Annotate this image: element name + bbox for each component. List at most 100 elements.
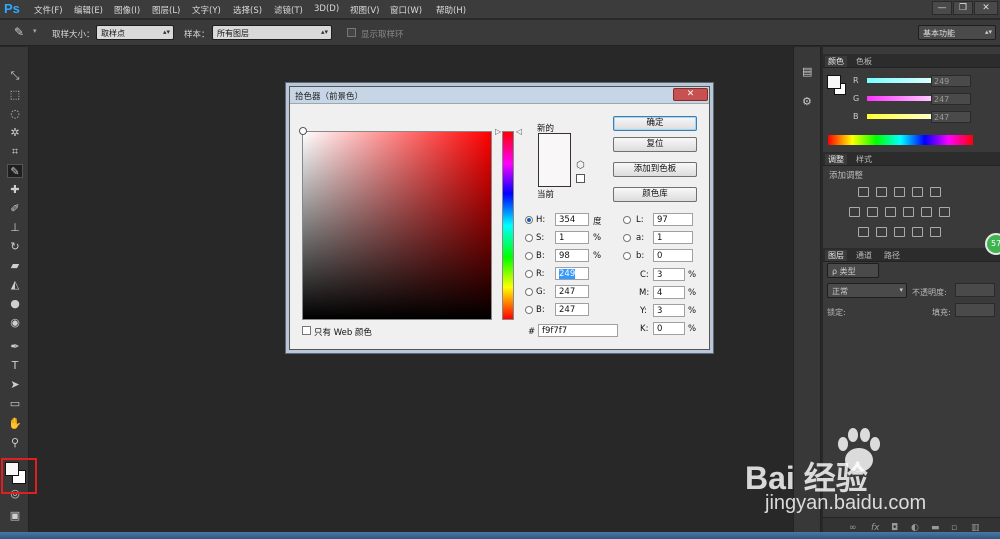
type-tool-icon[interactable]: T bbox=[7, 359, 23, 373]
g-field[interactable]: 247 bbox=[555, 285, 589, 298]
properties-panel-icon[interactable]: ⚙ bbox=[802, 95, 812, 108]
h-field[interactable]: 354 bbox=[555, 213, 589, 226]
move-tool-icon[interactable]: ⤡ bbox=[7, 69, 23, 83]
tab-color[interactable]: 颜色 bbox=[825, 56, 847, 67]
color-balance-adjust-icon[interactable] bbox=[867, 207, 878, 217]
history-brush-icon[interactable]: ↻ bbox=[7, 240, 23, 254]
tab-layers[interactable]: 图层 bbox=[825, 250, 847, 261]
channel-mixer-adjust-icon[interactable] bbox=[921, 207, 932, 217]
color-spectrum-bar[interactable] bbox=[828, 135, 973, 145]
quick-select-tool-icon[interactable]: ✲ bbox=[7, 126, 23, 140]
close-window-button[interactable]: ✕ bbox=[974, 1, 998, 15]
lasso-tool-icon[interactable]: ◌ bbox=[7, 107, 23, 121]
tab-paths[interactable]: 路径 bbox=[881, 250, 903, 261]
menu-file[interactable]: 文件(F) bbox=[34, 4, 63, 16]
lab-b-field[interactable]: 0 bbox=[653, 249, 693, 262]
a-radio[interactable] bbox=[623, 234, 631, 242]
out-of-gamut-icon[interactable]: ⬡ bbox=[576, 160, 585, 171]
eyedropper-tool-icon[interactable]: ✎ bbox=[7, 164, 23, 178]
curves-adjust-icon[interactable] bbox=[894, 187, 905, 197]
minimize-button[interactable]: — bbox=[932, 1, 952, 15]
hue-slider-right-arrow-icon[interactable]: ◁ bbox=[516, 127, 522, 136]
exposure-adjust-icon[interactable] bbox=[912, 187, 923, 197]
s-radio[interactable] bbox=[525, 234, 533, 242]
black-white-adjust-icon[interactable] bbox=[885, 207, 896, 217]
menu-type[interactable]: 文字(Y) bbox=[192, 4, 221, 16]
hue-slider-left-arrow-icon[interactable]: ▷ bbox=[495, 127, 501, 136]
hand-tool-icon[interactable]: ✋ bbox=[7, 417, 23, 431]
g-radio[interactable] bbox=[525, 288, 533, 296]
photo-filter-adjust-icon[interactable] bbox=[903, 207, 914, 217]
r-field[interactable]: 249 bbox=[555, 267, 589, 280]
menu-select[interactable]: 选择(S) bbox=[233, 4, 262, 16]
show-ring-checkbox[interactable] bbox=[347, 28, 356, 37]
posterize-adjust-icon[interactable] bbox=[876, 227, 887, 237]
rectangle-tool-icon[interactable]: ▭ bbox=[7, 397, 23, 411]
gradient-map-adjust-icon[interactable] bbox=[912, 227, 923, 237]
pen-tool-icon[interactable]: ✒ bbox=[7, 340, 23, 354]
notification-badge[interactable]: 57 bbox=[985, 233, 1000, 255]
blend-mode-select[interactable]: 正常 ▾ bbox=[827, 283, 907, 298]
blur-tool-icon[interactable]: ● bbox=[7, 297, 23, 311]
saturation-brightness-field[interactable] bbox=[302, 131, 492, 320]
stamp-tool-icon[interactable]: ⊥ bbox=[7, 221, 23, 235]
brush-tool-icon[interactable]: ✐ bbox=[7, 202, 23, 216]
l-field[interactable]: 97 bbox=[653, 213, 693, 226]
y-field[interactable]: 3 bbox=[653, 304, 685, 317]
foreground-color-swatch[interactable] bbox=[5, 462, 19, 476]
current-color-swatch[interactable] bbox=[539, 160, 570, 186]
b-value[interactable]: 247 bbox=[931, 111, 971, 123]
menu-view[interactable]: 视图(V) bbox=[350, 4, 379, 16]
sample-size-select[interactable]: 取样点 ▴▾ bbox=[96, 25, 174, 40]
lab-b-radio[interactable] bbox=[623, 252, 631, 260]
hue-slider[interactable] bbox=[502, 131, 514, 320]
web-colors-only-checkbox[interactable] bbox=[302, 326, 311, 335]
menu-help[interactable]: 帮助(H) bbox=[436, 4, 466, 16]
l-radio[interactable] bbox=[623, 216, 631, 224]
hex-field[interactable]: f9f7f7 bbox=[538, 324, 618, 337]
web-safe-icon[interactable] bbox=[576, 174, 585, 183]
path-select-icon[interactable]: ➤ bbox=[7, 378, 23, 392]
color-lookup-adjust-icon[interactable] bbox=[939, 207, 950, 217]
m-field[interactable]: 4 bbox=[653, 286, 685, 299]
g-value[interactable]: 247 bbox=[931, 93, 971, 105]
color-libraries-button[interactable]: 颜色库 bbox=[613, 187, 697, 202]
a-field[interactable]: 1 bbox=[653, 231, 693, 244]
tab-channels[interactable]: 通道 bbox=[853, 250, 875, 261]
tab-swatches[interactable]: 色板 bbox=[853, 56, 875, 67]
crop-tool-icon[interactable]: ⌗ bbox=[7, 145, 23, 159]
marquee-tool-icon[interactable]: ⬚ bbox=[7, 88, 23, 102]
menu-window[interactable]: 窗口(W) bbox=[390, 4, 422, 16]
tab-adjustments[interactable]: 调整 bbox=[825, 154, 847, 165]
dialog-close-button[interactable]: ✕ bbox=[673, 88, 708, 101]
k-field[interactable]: 0 bbox=[653, 322, 685, 335]
threshold-adjust-icon[interactable] bbox=[894, 227, 905, 237]
restore-button[interactable]: ❐ bbox=[953, 1, 973, 15]
dodge-tool-icon[interactable]: ◉ bbox=[7, 316, 23, 330]
b-field[interactable]: 98 bbox=[555, 249, 589, 262]
r-value[interactable]: 249 bbox=[931, 75, 971, 87]
color-field-cursor[interactable] bbox=[299, 127, 307, 135]
menu-image[interactable]: 图像(I) bbox=[114, 4, 140, 16]
reset-button[interactable]: 复位 bbox=[613, 137, 697, 152]
ok-button[interactable]: 确定 bbox=[613, 116, 697, 131]
b-radio[interactable] bbox=[525, 252, 533, 260]
hue-sat-adjust-icon[interactable] bbox=[849, 207, 860, 217]
eraser-tool-icon[interactable]: ▰ bbox=[7, 259, 23, 273]
r-radio[interactable] bbox=[525, 270, 533, 278]
levels-adjust-icon[interactable] bbox=[876, 187, 887, 197]
zoom-tool-icon[interactable]: ⚲ bbox=[7, 436, 23, 450]
selective-color-adjust-icon[interactable] bbox=[930, 227, 941, 237]
s-field[interactable]: 1 bbox=[555, 231, 589, 244]
tab-styles[interactable]: 样式 bbox=[853, 154, 875, 165]
brightness-adjust-icon[interactable] bbox=[858, 187, 869, 197]
screen-mode-icon[interactable]: ▣ bbox=[7, 509, 23, 523]
rgb-b-field[interactable]: 247 bbox=[555, 303, 589, 316]
vibrance-adjust-icon[interactable] bbox=[930, 187, 941, 197]
opacity-field[interactable] bbox=[955, 283, 995, 297]
workspace-select[interactable]: 基本功能 ▴▾ bbox=[918, 25, 996, 40]
sample-select[interactable]: 所有图层 ▴▾ bbox=[212, 25, 332, 40]
healing-brush-icon[interactable]: ✚ bbox=[7, 183, 23, 197]
menu-filter[interactable]: 滤镜(T) bbox=[274, 4, 303, 16]
menu-3d[interactable]: 3D(D) bbox=[314, 4, 339, 14]
